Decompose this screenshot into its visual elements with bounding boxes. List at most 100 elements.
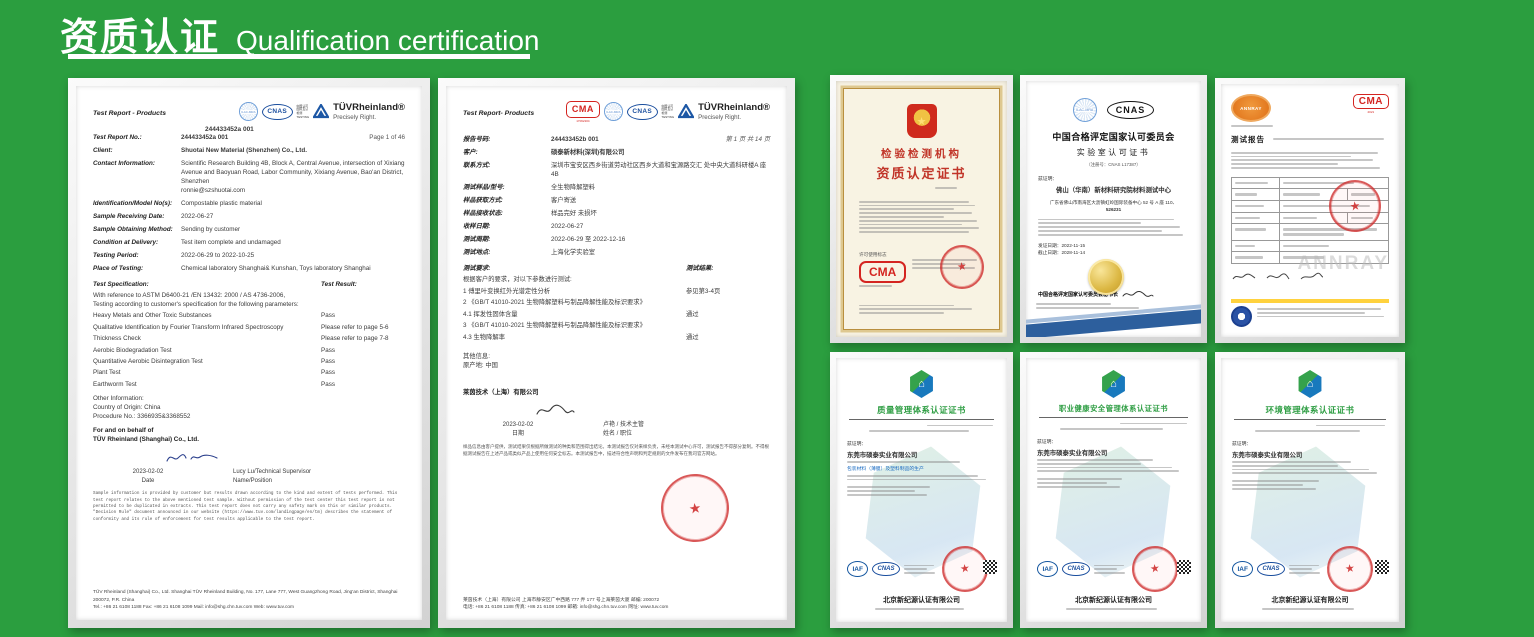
redacted-text-line [859, 205, 975, 207]
iaf-logo: IAF [1232, 561, 1253, 577]
redacted-text-line [859, 208, 954, 210]
redacted-text-line [847, 486, 930, 488]
redacted-cma-number [859, 285, 893, 287]
cnas-logo: CNAS [1257, 562, 1284, 576]
cert-title-line2: 资质认定证书 [845, 163, 998, 182]
redacted-text-line [1255, 430, 1360, 432]
spec-row: Thickness CheckPlease refer to page 7-8 [93, 335, 405, 344]
certifier-hexagon-logo-icon: ⌂ [909, 370, 935, 398]
certification-scope: 包装材料（薄膜）及塑料制品的生产 [847, 465, 996, 472]
cert-dates: 发证日期：2022-11-15 截止日期：2028-11-14 [1038, 242, 1189, 257]
spec-row: Aerobic Biodegradation TestPass [93, 347, 405, 356]
page-info: Page 1 of 46 [345, 134, 405, 143]
redacted-text-line [1262, 608, 1355, 610]
redacted-text-line [1232, 472, 1377, 474]
accreditation-logo-row: IAF CNAS ★ [847, 546, 996, 592]
doc-footer: TÜV Rheinland (Shanghai) Co., Ltd. Shang… [93, 589, 405, 611]
cert-title-line1: 检验检测机构 [845, 146, 998, 161]
page-info: 第 1 页 共 14 页 [710, 136, 770, 145]
report-row: Test Report No.:244433452a 001Page 1 of … [93, 134, 405, 143]
test-row: 4.1 挥发性固体含量通过 [463, 311, 770, 320]
redacted-text-line [1066, 608, 1157, 610]
report-title-row: 测试报告 [1231, 134, 1389, 145]
tuv-tagline: Precisely Right. [333, 114, 405, 123]
cert-body: 兹证明： 东莞市硕泰实业有限公司 包装材料（薄膜）及塑料制品的生产 [847, 440, 996, 498]
test-row: 4.3 生物降解率通过 [463, 334, 770, 343]
certifier-hexagon-logo-icon: ⌂ [1297, 370, 1323, 398]
certificate-image-env-mgmt[interactable]: ⌂ 环境管理体系认证证书 兹证明： 东莞市硕泰实业有限公司 IAF CNAS ★… [1215, 352, 1405, 628]
certificate-image-cma-qualification[interactable]: ★ 检验检测机构 资质认定证书 许可使用标志 CMA ★ [830, 75, 1013, 343]
page-title-zh: 资质认证 [60, 6, 220, 61]
signature [533, 401, 770, 419]
cert-bottom: 许可使用标志 CMA ★ [859, 252, 984, 289]
cert-title: 职业健康安全管理体系认证证书 [1039, 404, 1188, 418]
redacted-text-line [1232, 461, 1351, 463]
redacted-text-line [1037, 470, 1179, 472]
spec-header-row: 测试要求:测试结果: [463, 265, 770, 274]
cnas-cert-page: ILAC-MRA CNAS 中国合格评定国家认可委员会 实验室认可证书 （注册号… [1026, 81, 1201, 337]
redacted-text-line [847, 461, 960, 463]
certificate-image-annray-report[interactable]: ANNRAY CMA 2021 测试报告 [1215, 78, 1405, 343]
issuer-name: 北京新纪源认证有限公司 [847, 595, 996, 605]
redacted-text-line [1231, 167, 1380, 169]
redacted-address-lines [1232, 469, 1388, 475]
certificate-image-ohs-mgmt[interactable]: ⌂ 职业健康安全管理体系认证证书 兹证明： 东莞市硕泰实业有限公司 IAF CN… [1020, 352, 1207, 628]
redacted-text-line [859, 201, 969, 203]
redacted-text-line [1094, 572, 1126, 574]
certificate-image-tuv-report-en[interactable]: Test Report - Products ILAC-MRA CNAS 中国认… [68, 78, 430, 628]
redacted-text-line [1257, 316, 1384, 318]
spec-intro: 根据客户的要求，对以下参数进行测试: [463, 276, 770, 285]
cert-title: 质量管理体系认证证书 [849, 404, 994, 420]
certificate-image-cnas-lab[interactable]: ILAC-MRA CNAS 中国合格评定国家认可委员会 实验室认可证书 （注册号… [1020, 75, 1207, 343]
prove-label: 兹证明： [1232, 440, 1388, 447]
redacted-text-line [927, 425, 993, 427]
redacted-text-line [859, 312, 944, 314]
page-title-en: Qualification certification [236, 25, 539, 57]
redacted-text-line [935, 187, 957, 189]
certificate-image-quality-mgmt[interactable]: ⌂ 质量管理体系认证证书 兹证明： 东莞市硕泰实业有限公司 包装材料（薄膜）及塑… [830, 352, 1013, 628]
signature-icon [1265, 271, 1291, 282]
annray-report-page: ANNRAY CMA 2021 测试报告 [1221, 84, 1399, 337]
redacted-text-line [869, 430, 969, 432]
qr-code-icon [983, 560, 997, 574]
redacted-standard-line [1255, 428, 1364, 434]
redacted-text-line [1289, 568, 1312, 570]
redacted-text-line [1231, 156, 1351, 158]
redacted-text-line [1273, 138, 1384, 140]
signature-icon [163, 449, 221, 465]
signature-icon [1231, 271, 1257, 282]
redacted-footer-text [1257, 306, 1389, 319]
report-row: 报告号码:244433452b 001第 1 页 共 14 页 [463, 136, 770, 145]
redacted-text-line [904, 572, 936, 574]
redacted-logo-caption [1094, 563, 1128, 576]
sign-row-labels: 日期姓名 / 职位 [463, 430, 770, 438]
report-row: Sample Obtaining Method:Sending by custo… [93, 226, 405, 235]
cnas-icon: CNAS [627, 104, 658, 120]
cert-body: 兹证明： 东莞市硕泰实业有限公司 [1232, 440, 1388, 492]
doc-footer: 莱茵技术（上海）有限公司 上海市静安区广中西路 777 弄 177 号上海莱茵大… [463, 597, 770, 611]
redacted-text-line [847, 494, 927, 496]
redacted-footnote [859, 303, 984, 316]
cnas-icon: CNAS [262, 104, 293, 120]
redacted-text-line [1037, 463, 1141, 465]
report-row: Contact Information:Scientific Research … [93, 160, 405, 195]
redacted-logo-caption [1289, 563, 1323, 576]
redacted-text-line [859, 224, 962, 226]
iaf-logo: IAF [1037, 561, 1058, 577]
disclaimer: Sample information is provided by custom… [93, 491, 405, 523]
test-row: 3 《GB/T 41010-2021 生物降解塑料与制品降解性能及标识要求》 [463, 322, 770, 331]
redacted-text-line [1038, 222, 1141, 224]
redacted-text-line [859, 305, 954, 307]
redacted-text-line [859, 216, 944, 218]
redacted-standard-line [869, 428, 973, 434]
report-number-under-logos: 244433452a 001 [205, 125, 405, 134]
redacted-text-line [1231, 159, 1373, 161]
redacted-logo-caption [1231, 123, 1275, 129]
report-row: 联系方式:深圳市宝安区西乡街道劳动社区西乡大道和宝源路交汇 处中央大道科研楼A … [463, 162, 770, 180]
signature [163, 448, 405, 466]
sign-row: 2023-02-02卢艳 / 技术主管 [463, 421, 770, 429]
redacted-text-line [904, 568, 927, 570]
official-stamp-icon: ★ [937, 242, 987, 292]
certificate-image-tuv-report-zh[interactable]: Test Report- Products CMA17062204 ILAC-M… [438, 78, 795, 628]
redacted-text-line [1038, 226, 1180, 228]
